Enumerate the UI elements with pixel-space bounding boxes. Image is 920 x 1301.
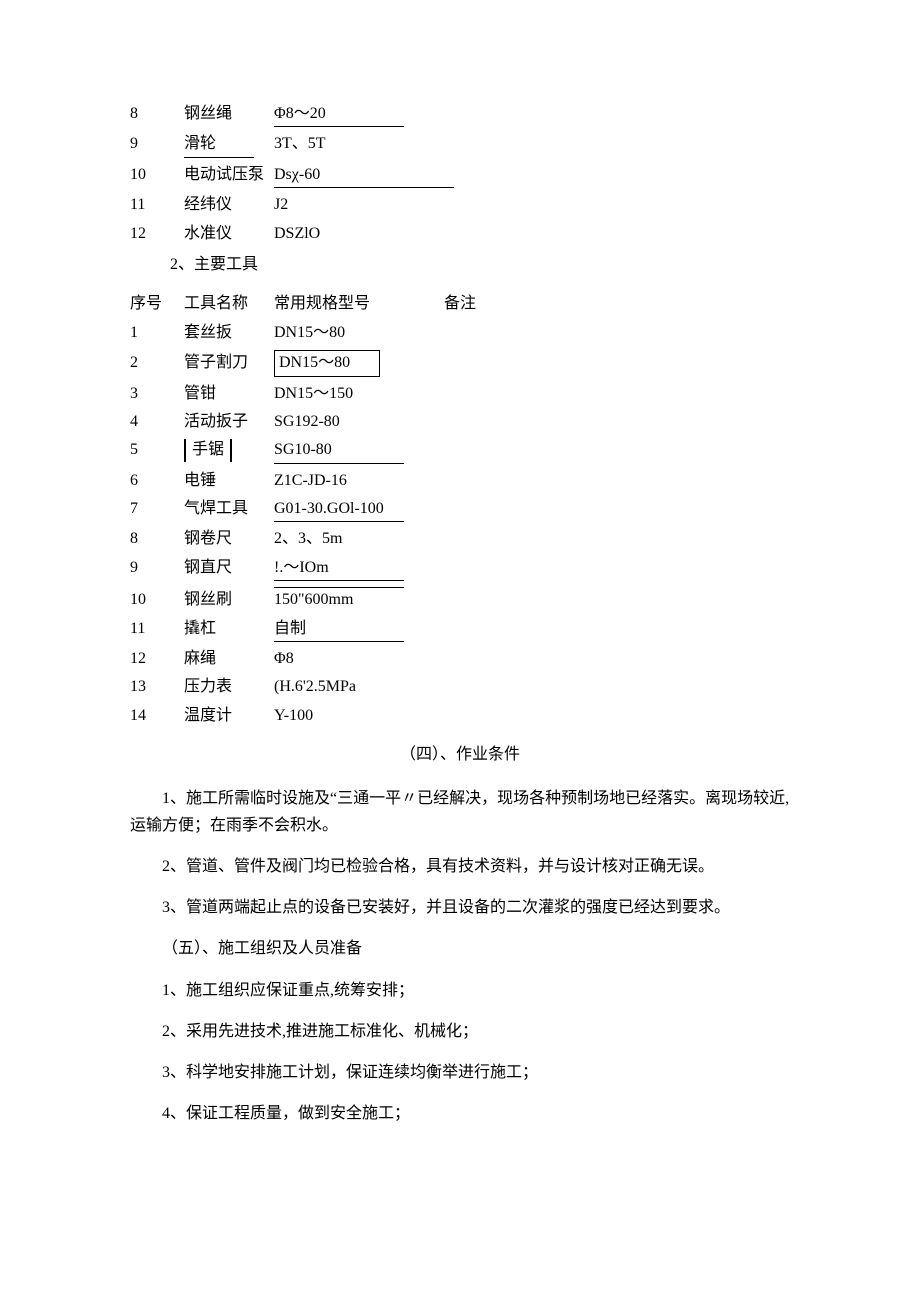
cell-name: 钢丝刷 xyxy=(184,584,274,614)
table-row: 4 活动扳子 SG192-80 xyxy=(130,408,504,436)
paragraph: 1、施工所需临时设施及“三通一平〃已经解决，现场各种预制场地已经落实。离现场较近… xyxy=(130,785,790,839)
cell-name: 活动扳子 xyxy=(184,408,274,436)
table-row: 7 气焊工具 G01-30.GOl-100 xyxy=(130,495,504,525)
paragraph: 3、科学地安排施工计划，保证连续均衡举进行施工； xyxy=(130,1059,790,1086)
table-row: 8 钢丝绳 Φ8～20 xyxy=(130,100,454,130)
cell-seq: 9 xyxy=(130,554,184,584)
cell-seq: 11 xyxy=(130,191,184,219)
cell-seq: 4 xyxy=(130,408,184,436)
table-row: 10 钢丝刷 150"600mm xyxy=(130,584,504,614)
heading-4: （四）、作业条件 xyxy=(130,744,790,766)
cell-name: 管子割刀 xyxy=(184,347,274,379)
cell-name: 钢卷尺 xyxy=(184,525,274,553)
cell-spec: SG192-80 xyxy=(274,408,444,436)
table-row: 2 管子割刀 DN15～80 xyxy=(130,347,504,379)
cell-seq: 11 xyxy=(130,615,184,645)
col-rem: 备注 xyxy=(444,290,504,318)
cell-seq: 8 xyxy=(130,100,184,130)
cell-seq: 2 xyxy=(130,347,184,379)
cell-name: 水准仪 xyxy=(184,220,274,248)
col-spec: 常用规格型号 xyxy=(274,290,444,318)
cell-name: 套丝扳 xyxy=(184,319,274,347)
cell-seq: 1 xyxy=(130,319,184,347)
table-row: 12 麻绳 Φ8 xyxy=(130,645,504,673)
cell-name: 经纬仪 xyxy=(184,191,274,219)
table-row: 1 套丝扳 DN15～80 xyxy=(130,319,504,347)
cell-seq: 12 xyxy=(130,645,184,673)
cell-name: 温度计 xyxy=(184,702,274,730)
cell-name: 电动试压泵 xyxy=(184,161,274,191)
cell-seq: 5 xyxy=(130,436,184,466)
cell-name: 手锯 xyxy=(184,436,274,466)
cell-spec: DN15～80 xyxy=(274,347,444,379)
tools-table: 序号 工具名称 常用规格型号 备注 1 套丝扳 DN15～80 2 管子割刀 D… xyxy=(130,290,504,730)
cell-name: 钢直尺 xyxy=(184,554,274,584)
cell-name: 撬杠 xyxy=(184,615,274,645)
cell-seq: 14 xyxy=(130,702,184,730)
table-row: 10 电动试压泵 Dsχ-60 xyxy=(130,161,454,191)
paragraph: 2、采用先进技术,推进施工标准化、机械化； xyxy=(130,1018,790,1045)
table-row: 5 手锯 SG10-80 xyxy=(130,436,504,466)
cell-spec: G01-30.GOl-100 xyxy=(274,495,444,525)
cell-seq: 12 xyxy=(130,220,184,248)
col-seq: 序号 xyxy=(130,290,184,318)
table-row: 3 管钳 DN15～150 xyxy=(130,380,504,408)
table-row: 6 电锤 Z1C-JD-16 xyxy=(130,467,504,495)
cell-seq: 8 xyxy=(130,525,184,553)
subheading-main-tools: 2、主要工具 xyxy=(170,254,790,276)
cell-spec: DSZlO xyxy=(274,220,454,248)
cell-name: 麻绳 xyxy=(184,645,274,673)
heading-5: （五）、施工组织及人员准备 xyxy=(162,935,790,962)
cell-seq: 7 xyxy=(130,495,184,525)
cell-seq: 3 xyxy=(130,380,184,408)
cell-seq: 10 xyxy=(130,161,184,191)
cell-spec: Z1C-JD-16 xyxy=(274,467,444,495)
table-row: 11 撬杠 自制 xyxy=(130,615,504,645)
table-row: 8 钢卷尺 2、3、5m xyxy=(130,525,504,553)
paragraph: 2、管道、管件及阀门均已检验合格，具有技术资料，并与设计核对正确无误。 xyxy=(130,853,790,880)
table-row: 11 经纬仪 J2 xyxy=(130,191,454,219)
cell-spec: !.～IOm xyxy=(274,554,444,584)
cell-seq: 6 xyxy=(130,467,184,495)
paragraph: 3、管道两端起止点的设备已安装好，并且设备的二次灌浆的强度已经达到要求。 xyxy=(130,894,790,921)
equipment-table-continued: 8 钢丝绳 Φ8～20 9 滑轮 3T、5T 10 电动试压泵 Dsχ-60 1… xyxy=(130,100,454,248)
table-row: 9 滑轮 3T、5T xyxy=(130,130,454,160)
cell-spec: DN15～150 xyxy=(274,380,444,408)
cell-seq: 13 xyxy=(130,673,184,701)
cell-seq: 9 xyxy=(130,130,184,160)
cell-spec: Dsχ-60 xyxy=(274,161,454,191)
table-row: 9 钢直尺 !.～IOm xyxy=(130,554,504,584)
col-name: 工具名称 xyxy=(184,290,274,318)
paragraph: 1、施工组织应保证重点,统筹安排； xyxy=(130,977,790,1004)
cell-spec: 2、3、5m xyxy=(274,525,444,553)
cell-spec: Φ8～20 xyxy=(274,100,454,130)
cell-name: 管钳 xyxy=(184,380,274,408)
table-row: 12 水准仪 DSZlO xyxy=(130,220,454,248)
cell-spec: (H.6'2.5MPa xyxy=(274,673,444,701)
cell-spec: 自制 xyxy=(274,615,444,645)
cell-spec: DN15～80 xyxy=(274,319,444,347)
cell-spec: 3T、5T xyxy=(274,130,454,160)
table-row: 13 压力表 (H.6'2.5MPa xyxy=(130,673,504,701)
table-row: 14 温度计 Y-100 xyxy=(130,702,504,730)
cell-name: 滑轮 xyxy=(184,130,274,160)
paragraph: 4、保证工程质量，做到安全施工； xyxy=(130,1100,790,1127)
cell-spec: SG10-80 xyxy=(274,436,444,466)
table-header: 序号 工具名称 常用规格型号 备注 xyxy=(130,290,504,318)
cell-spec: 150"600mm xyxy=(274,584,444,614)
cell-spec: Y-100 xyxy=(274,702,444,730)
cell-name: 钢丝绳 xyxy=(184,100,274,130)
cell-spec: J2 xyxy=(274,191,454,219)
cell-spec: Φ8 xyxy=(274,645,444,673)
cell-name: 压力表 xyxy=(184,673,274,701)
cell-seq: 10 xyxy=(130,584,184,614)
cell-name: 电锤 xyxy=(184,467,274,495)
cell-name: 气焊工具 xyxy=(184,495,274,525)
